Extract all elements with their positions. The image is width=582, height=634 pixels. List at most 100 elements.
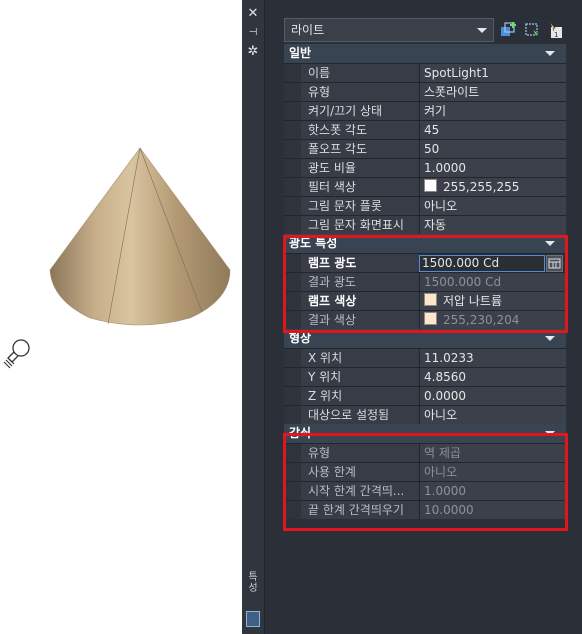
property-row[interactable]: 램프 광도 1500.000 Cd [284,253,566,272]
section-geometry: 형상 X 위치 11.0233 Y 위치 4.8560 Z 위치 0.0000 대상으… [284,329,566,424]
property-value[interactable]: 스폿라이트 [419,83,566,101]
property-row[interactable]: 이름 SpotLight1 [284,63,566,82]
drawing-viewport[interactable] [0,0,242,634]
property-row[interactable]: X 위치 11.0233 [284,348,566,367]
property-name: 대상으로 설정됨 [301,406,419,424]
section-general: 일반 이름 SpotLight1 유형 스폿라이트 켜기/끄기 상태 켜기 핫스폿 각… [284,44,566,234]
property-name: 폴오프 각도 [301,140,419,158]
property-row[interactable]: 폴오프 각도 50 [284,139,566,158]
property-name: 켜기/끄기 상태 [301,102,419,120]
auto-hide-icon[interactable]: ⊣ [245,25,261,41]
property-value[interactable]: 1.0000 [419,159,566,177]
property-row: 사용 한계 아니오 [284,462,566,481]
property-row[interactable]: 필터 색상 255,255,255 [284,177,566,196]
property-value: 10.0000 [419,501,566,519]
property-value[interactable]: 11.0233 [419,349,566,367]
property-value[interactable]: 45 [419,121,566,139]
properties-options-icon[interactable]: ✲ [245,44,261,60]
collapse-icon[interactable] [545,241,555,246]
property-value[interactable]: 4.8560 [419,368,566,386]
property-name: 결과 색상 [301,311,419,329]
property-row[interactable]: Y 위치 4.8560 [284,367,566,386]
property-value[interactable]: 0.0000 [419,387,566,405]
property-name: Y 위치 [301,368,419,386]
property-name: 필터 색상 [301,178,419,196]
section-title: 감쇠 [289,426,312,440]
property-value: 아니오 [419,463,566,481]
property-row: 유형 역 제곱 [284,443,566,462]
property-row[interactable]: 램프 색상 저압 나트륨 [284,291,566,310]
property-row[interactable]: 그림 문자 플롯 아니오 [284,196,566,215]
object-type-dropdown[interactable]: 라이트 [284,18,494,42]
svg-text:1: 1 [554,31,558,39]
object-type-bar: 라이트 1 [284,18,566,42]
property-name: 그림 문자 화면표시 [301,216,419,234]
property-value[interactable]: 켜기 [419,102,566,120]
property-row[interactable]: Z 위치 0.0000 [284,386,566,405]
filter-color-swatch [424,179,437,192]
section-title: 광도 특성 [289,236,338,250]
section-attenuation: 감쇠 유형 역 제곱 사용 한계 아니오 시작 한계 간격띄... 1.0000 끝 … [284,424,566,519]
property-value[interactable]: SpotLight1 [419,64,566,82]
lamp-intensity-input[interactable]: 1500.000 Cd [419,255,545,272]
property-row: 끝 한계 간격띄우기 10.0000 [284,500,566,519]
property-name: X 위치 [301,349,419,367]
property-value: 255,230,204 [419,311,566,329]
property-row[interactable]: 광도 비율 1.0000 [284,158,566,177]
property-row: 결과 광도 1500.000 Cd [284,272,566,291]
section-title: 일반 [289,46,312,60]
property-value[interactable]: 자동 [419,216,566,234]
property-name: 시작 한계 간격띄... [301,482,419,500]
property-value[interactable]: 50 [419,140,566,158]
property-name: 유형 [301,83,419,101]
palette-title: 특성 [248,572,258,594]
property-name: 사용 한계 [301,463,419,481]
add-light-icon[interactable] [500,21,518,39]
property-name: 광도 비율 [301,159,419,177]
property-name: 끝 한계 간격띄우기 [301,501,419,519]
object-type-label: 라이트 [291,23,325,37]
property-row[interactable]: 핫스폿 각도 45 [284,120,566,139]
palette-title-strip[interactable]: ✕ ⊣ ✲ 특성 [242,0,265,634]
resulting-color-swatch [424,312,437,325]
property-row: 시작 한계 간격띄... 1.0000 [284,481,566,500]
property-grid: 일반 이름 SpotLight1 유형 스폿라이트 켜기/끄기 상태 켜기 핫스폿 각… [284,44,566,519]
quick-select-icon[interactable] [524,21,542,39]
property-value: 1500.000 Cd [419,273,566,291]
spotlight-glyph-icon[interactable] [2,336,34,370]
property-row[interactable]: 유형 스폿라이트 [284,82,566,101]
section-header-geometry[interactable]: 형상 [284,329,566,348]
toggle-pickadd-icon[interactable]: 1 [547,21,565,39]
property-row[interactable]: 그림 문자 화면표시 자동 [284,215,566,234]
property-value[interactable]: 저압 나트륨 [419,292,566,310]
property-name: 핫스폿 각도 [301,121,419,139]
property-value-text: 저압 나트륨 [443,294,503,308]
lamp-color-swatch [424,293,437,306]
property-row[interactable]: 켜기/끄기 상태 켜기 [284,101,566,120]
property-value: 1.0000 [419,482,566,500]
property-name: 램프 색상 [301,292,419,310]
palette-settings-icon[interactable] [246,611,260,627]
section-header-general[interactable]: 일반 [284,44,566,63]
property-value[interactable]: 아니오 [419,406,566,424]
intensity-calculator-icon[interactable] [546,255,563,272]
property-value-text: 255,255,255 [443,180,520,194]
close-icon[interactable]: ✕ [245,6,261,22]
property-value[interactable]: 아니오 [419,197,566,215]
property-name: 그림 문자 플롯 [301,197,419,215]
collapse-icon[interactable] [545,431,555,436]
section-header-photometric[interactable]: 광도 특성 [284,234,566,253]
chevron-down-icon [477,28,487,33]
property-name: 유형 [301,444,419,462]
property-row[interactable]: 대상으로 설정됨 아니오 [284,405,566,424]
cone-solid[interactable] [40,140,240,330]
collapse-icon[interactable] [545,51,555,56]
section-photometric: 광도 특성 램프 광도 1500.000 Cd 결과 광도 1500.000 Cd … [284,234,566,329]
property-name: 이름 [301,64,419,82]
property-name: 램프 광도 [301,254,419,272]
property-value: 역 제곱 [419,444,566,462]
property-value-text: 255,230,204 [443,313,520,327]
collapse-icon[interactable] [545,336,555,341]
section-header-attenuation[interactable]: 감쇠 [284,424,566,443]
property-value[interactable]: 255,255,255 [419,178,566,196]
